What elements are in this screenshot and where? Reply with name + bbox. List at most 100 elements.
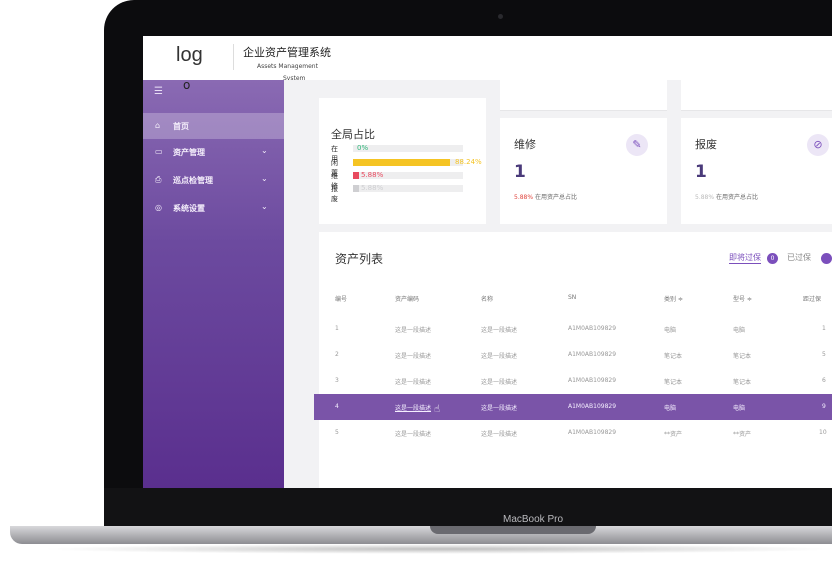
asset-list-card: 资产列表 即将过保 0 已过保 编号 资产编码 名称 SN 类别 ≑ 型号 ≑ … [314, 232, 832, 488]
kpi-card-repair[interactable]: 维修 ✎ 1 5.88% 在用资产总占比 [500, 118, 667, 224]
cell-sn: A1M0AB109829 [568, 377, 617, 384]
sidebar-item-label: 资产管理 [173, 148, 205, 157]
stat-pct: 5.88% [361, 171, 384, 179]
cell-model: 电脑 [733, 405, 746, 412]
cell-category: 电脑 [664, 327, 677, 334]
tab-expired[interactable]: 已过保 [787, 252, 811, 263]
cell-model: 电脑 [733, 327, 746, 334]
kpi-pct: 5.88% [514, 194, 534, 201]
cell-code[interactable]: 这是一段描述 [395, 429, 431, 438]
cell-code[interactable]: 这是一段描述 [395, 325, 431, 334]
overview-title: 全局占比 [331, 128, 375, 141]
cell-sn: A1M0AB109829 [568, 325, 617, 332]
cell-name: 这是一段描述 [481, 405, 518, 412]
laptop-base [10, 526, 832, 544]
camera-icon [498, 14, 503, 19]
sidebar-item-label: 巡点检管理 [173, 176, 213, 185]
cell-warranty: 9 [822, 403, 826, 410]
cell-code[interactable]: 这是一段描述 [395, 351, 431, 360]
cell-code[interactable]: 这是一段描述 [395, 377, 431, 386]
cell-code-link[interactable]: 这是一段描述 [395, 403, 431, 412]
header-divider [233, 44, 234, 70]
sidebar: ☰ ⌂ 首页 ▭ 资产管理 ⌄ ⎙ 巡点检管理 ⌄ ◎ 系统设置 ⌄ [143, 80, 284, 488]
cell-name: 这是一段描述 [481, 353, 518, 360]
home-icon: ⌂ [155, 121, 161, 130]
system-title-cn: 企业资产管理系统 [243, 46, 331, 59]
stat-track [353, 159, 463, 166]
stat-label: 报废 [331, 185, 338, 203]
stat-fill [353, 159, 451, 166]
table-row-selected[interactable]: 4 这是一段描述 这是一段描述 A1M0AB109829 电脑 电脑 9 ☝ [314, 394, 832, 420]
kpi-subtext: 5.88% 在用资产总占比 [514, 192, 577, 201]
chevron-down-icon: ⌄ [261, 146, 268, 155]
inspection-icon: ⎙ [155, 175, 162, 184]
asset-list-title: 资产列表 [335, 252, 384, 266]
kpi-desc: 在用资产总占比 [715, 194, 758, 201]
cell-warranty: 5 [822, 351, 826, 358]
settings-icon: ◎ [155, 203, 162, 212]
cell-name: 这是一段描述 [481, 379, 518, 386]
tab-expiring[interactable]: 即将过保 [729, 252, 761, 264]
sidebar-item-home[interactable]: ⌂ 首页 [143, 113, 284, 139]
kpi-desc: 在用资产总占比 [534, 194, 577, 201]
cell-sn: A1M0AB109829 [568, 403, 617, 410]
sidebar-item-settings[interactable]: ◎ 系统设置 ⌄ [143, 195, 284, 221]
col-header-no[interactable]: 编号 [335, 294, 347, 303]
table-row[interactable]: 5 这是一段描述 这是一段描述 A1M0AB109829 **资产 **资产 1… [319, 420, 832, 446]
stat-track [353, 145, 463, 152]
sidebar-item-inspection[interactable]: ⎙ 巡点检管理 ⌄ [143, 167, 284, 193]
col-header-sn[interactable]: SN [568, 294, 576, 301]
table-row[interactable]: 3 这是一段描述 这是一段描述 A1M0AB109829 笔记本 笔记本 6 [319, 368, 832, 394]
main-content: 全局占比 在用 0% 闲置 88.24% 维修 5.88% 报废 5.88% 维… [284, 80, 832, 488]
table-row[interactable]: 1 这是一段描述 这是一段描述 A1M0AB109829 电脑 电脑 1 [319, 316, 832, 342]
sidebar-item-label: 系统设置 [173, 204, 205, 213]
kpi-count: 1 [514, 162, 526, 182]
stat-pct: 5.88% [361, 184, 384, 192]
kpi-subtext: 5.88% 在用资产总占比 [695, 192, 758, 201]
cell-warranty: 1 [822, 325, 826, 332]
cell-model: 笔记本 [733, 379, 752, 386]
cell-sn: A1M0AB109829 [568, 351, 617, 358]
card-strip [500, 80, 667, 111]
cell-warranty: 10 [819, 429, 827, 436]
hand-cursor-icon: ☝ [434, 404, 441, 415]
stat-fill [353, 172, 360, 179]
device-brand: MacBook Pro [502, 514, 564, 525]
cell-no: 2 [335, 351, 339, 358]
sidebar-item-assets[interactable]: ▭ 资产管理 ⌄ [143, 139, 284, 165]
cell-name: 这是一段描述 [481, 431, 518, 438]
col-header-name[interactable]: 名称 [481, 294, 493, 303]
col-header-code[interactable]: 资产编码 [395, 294, 419, 303]
cell-model: **资产 [733, 431, 752, 438]
wrench-icon: ✎ [626, 134, 648, 156]
cell-sn: A1M0AB109829 [568, 429, 617, 436]
chevron-down-icon: ⌄ [261, 174, 268, 183]
stat-pct: 0% [357, 144, 369, 152]
col-header-category[interactable]: 类别 ≑ [664, 294, 683, 303]
kpi-count: 1 [695, 162, 707, 182]
laptop-shadow [40, 544, 832, 554]
cell-model: 笔记本 [733, 353, 752, 360]
top-header: log 企业资产管理系统 Assets Management System [143, 36, 832, 82]
logo: log [176, 44, 203, 66]
overview-card: 全局占比 在用 0% 闲置 88.24% 维修 5.88% 报废 5.88% [319, 98, 486, 224]
kpi-card-scrap[interactable]: 报废 ⊘ 1 5.88% 在用资产总占比 [681, 118, 832, 224]
cell-category: 电脑 [664, 405, 677, 412]
cell-warranty: 6 [822, 377, 826, 384]
kpi-pct: 5.88% [695, 194, 715, 201]
cell-no: 4 [335, 403, 339, 410]
logo-mark: o [183, 78, 191, 92]
expiring-count-badge: 0 [767, 253, 778, 264]
cell-no: 3 [335, 377, 339, 384]
table-row[interactable]: 2 这是一段描述 这是一段描述 A1M0AB109829 笔记本 笔记本 5 [319, 342, 832, 368]
col-header-warranty[interactable]: 距过保 [803, 294, 821, 303]
col-header-model[interactable]: 型号 ≑ [733, 294, 752, 303]
menu-icon[interactable]: ☰ [154, 86, 163, 97]
cell-no: 1 [335, 325, 339, 332]
system-title: 企业资产管理系统 Assets Management System [243, 46, 333, 82]
sidebar-item-label: 首页 [173, 122, 189, 131]
cell-name: 这是一段描述 [481, 327, 518, 334]
cell-category: **资产 [664, 431, 683, 438]
chevron-down-icon: ⌄ [261, 202, 268, 211]
stat-fill [353, 185, 360, 192]
